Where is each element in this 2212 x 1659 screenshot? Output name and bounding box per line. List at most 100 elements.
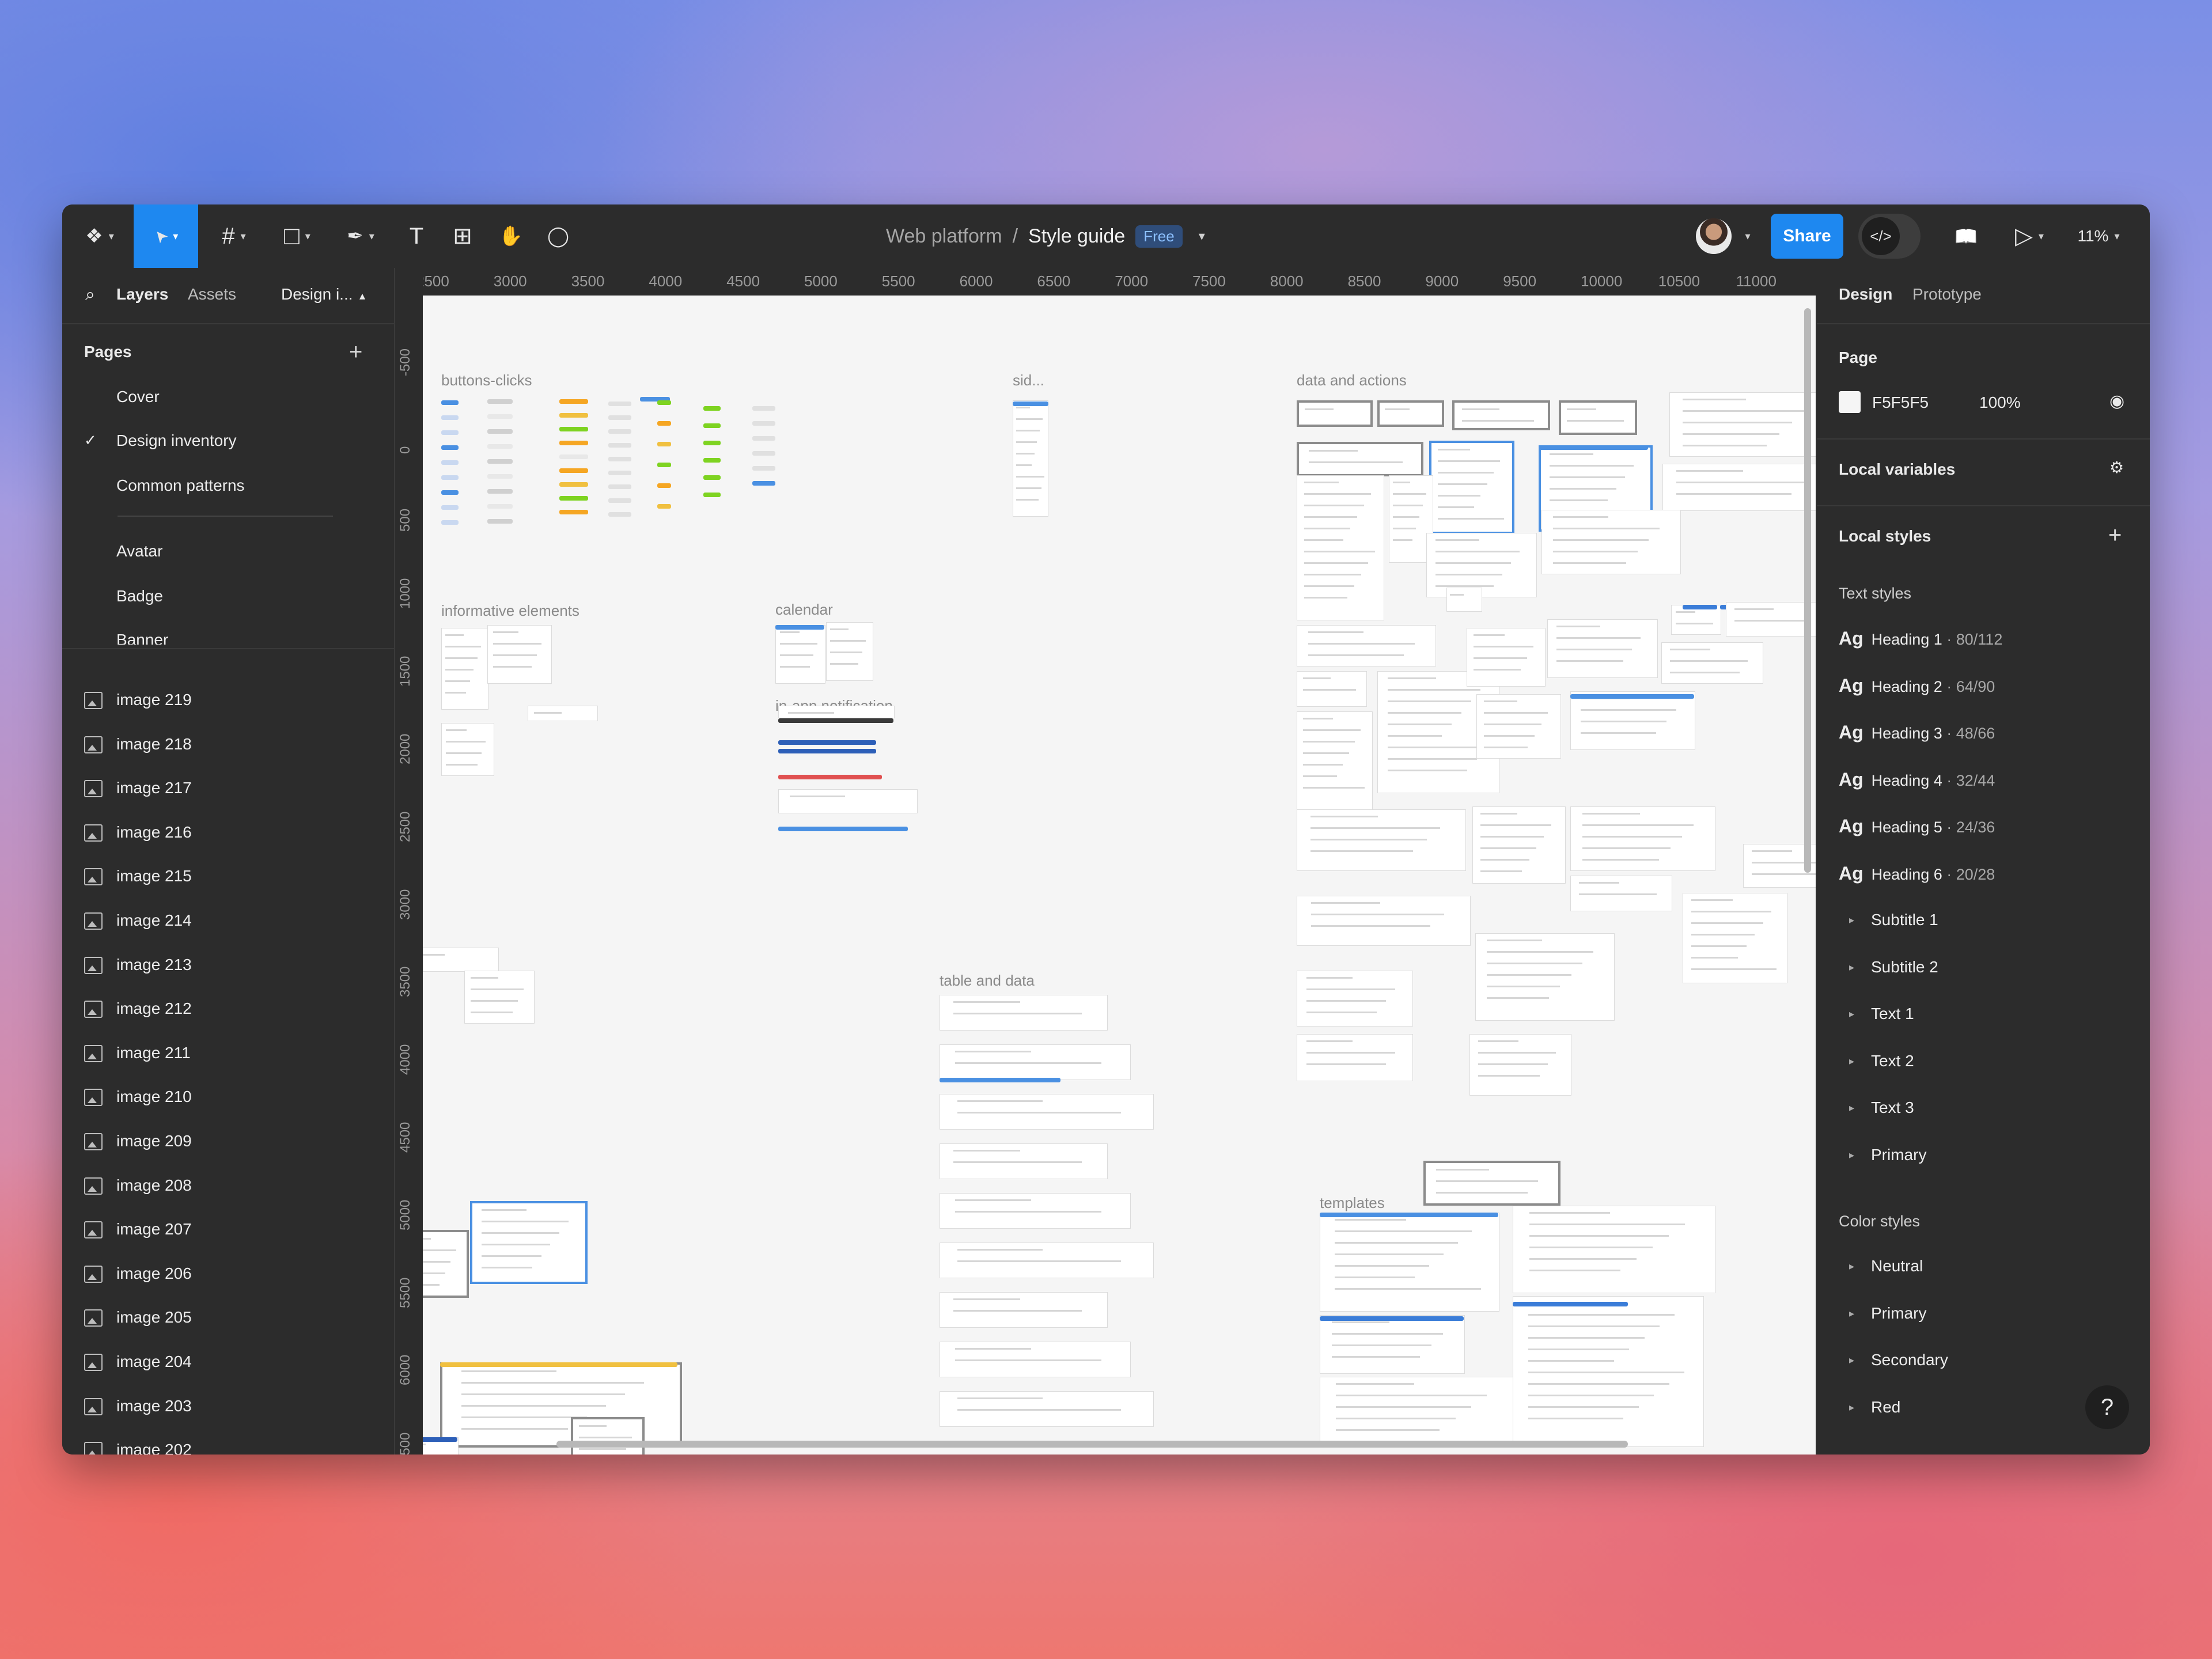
zoom-control[interactable]: 11% ▾ xyxy=(2067,204,2130,268)
main-menu-button[interactable]: ❖ ▾ xyxy=(74,204,126,268)
add-page-icon[interactable]: + xyxy=(349,340,362,363)
text-style-item[interactable]: Ag Heading 3 · 48/66 xyxy=(1839,722,1995,743)
caret-right-icon[interactable]: ▸ xyxy=(1849,961,1854,974)
frame-thumbnail[interactable] xyxy=(441,628,488,710)
layer-item[interactable]: image 204 xyxy=(62,1340,394,1384)
file-name[interactable]: Style guide xyxy=(1028,225,1125,248)
text-style-group[interactable]: Text 1 xyxy=(1871,1005,1914,1023)
tab-assets[interactable]: Assets xyxy=(188,285,236,304)
frame-thumbnail[interactable] xyxy=(940,1391,1154,1427)
vertical-scrollbar[interactable] xyxy=(1804,308,1811,873)
caret-right-icon[interactable]: ▸ xyxy=(1849,1260,1854,1272)
frame-thumbnail[interactable] xyxy=(940,1342,1131,1377)
page-item-cover[interactable]: Cover xyxy=(116,388,160,406)
frame-thumbnail[interactable] xyxy=(940,1143,1108,1179)
section-label[interactable]: informative elements xyxy=(441,602,579,620)
frame-thumbnail[interactable] xyxy=(1297,809,1466,871)
layer-item[interactable]: image 209 xyxy=(62,1119,394,1163)
caret-right-icon[interactable]: ▸ xyxy=(1849,1149,1854,1161)
layer-item[interactable]: image 205 xyxy=(62,1296,394,1339)
caret-right-icon[interactable]: ▸ xyxy=(1849,1308,1854,1320)
frame-thumbnail[interactable] xyxy=(470,1201,588,1284)
frame-thumbnail[interactable] xyxy=(940,1094,1154,1130)
layer-item[interactable]: image 202 xyxy=(62,1428,394,1455)
pen-tool-button[interactable]: ✒ ▾ xyxy=(333,204,388,268)
frame-thumbnail[interactable] xyxy=(1297,442,1423,476)
text-style-item[interactable]: Ag Heading 6 · 20/28 xyxy=(1839,863,1995,884)
frame-thumbnail[interactable] xyxy=(1513,1296,1704,1447)
frame-thumbnail[interactable] xyxy=(1476,694,1561,759)
shape-tool-button[interactable]: □ ▾ xyxy=(270,204,325,268)
layer-item[interactable]: image 207 xyxy=(62,1207,394,1251)
layer-item[interactable]: image 215 xyxy=(62,854,394,898)
page-item-avatar[interactable]: Avatar xyxy=(116,542,162,560)
page-color-swatch[interactable] xyxy=(1839,391,1861,413)
file-menu-chevron-icon[interactable]: ▾ xyxy=(1199,229,1205,244)
caret-right-icon[interactable]: ▸ xyxy=(1849,1008,1854,1020)
layer-item[interactable]: image 216 xyxy=(62,810,394,854)
page-item-design-inventory[interactable]: Design inventory xyxy=(116,431,237,450)
page-item-badge[interactable]: Badge xyxy=(116,587,163,605)
frame-thumbnail[interactable] xyxy=(1377,400,1444,427)
frame-thumbnail[interactable] xyxy=(826,622,873,681)
add-style-icon[interactable]: + xyxy=(2108,524,2122,547)
canvas[interactable]: buttons-clicks sid... data and actions info… xyxy=(395,268,1816,1455)
horizontal-scrollbar[interactable] xyxy=(556,1441,1628,1448)
text-style-group[interactable]: Text 3 xyxy=(1871,1099,1914,1117)
frame-thumbnail[interactable] xyxy=(1570,876,1672,911)
layer-item[interactable]: image 212 xyxy=(62,987,394,1031)
chevron-up-icon[interactable]: ▴ xyxy=(359,289,365,303)
frame-thumbnail[interactable] xyxy=(1469,1034,1571,1096)
section-label[interactable]: buttons-clicks xyxy=(441,372,532,389)
help-button[interactable]: ? xyxy=(2085,1385,2129,1429)
text-style-item[interactable]: Ag Heading 1 · 80/112 xyxy=(1839,628,2002,649)
tab-layers[interactable]: Layers xyxy=(116,285,168,304)
frame-thumbnail[interactable] xyxy=(1570,806,1715,871)
tab-design[interactable]: Design xyxy=(1839,285,1892,304)
color-style-group[interactable]: Red xyxy=(1871,1398,1900,1416)
frame-thumbnail[interactable] xyxy=(1669,392,1816,457)
frame-thumbnail[interactable] xyxy=(1429,441,1514,534)
frame-thumbnail[interactable] xyxy=(1320,1315,1465,1374)
frame-thumbnail[interactable] xyxy=(1446,588,1482,612)
frame-tool-button[interactable]: # ▾ xyxy=(206,204,262,268)
frame-thumbnail[interactable] xyxy=(940,1292,1108,1328)
frame-thumbnail[interactable] xyxy=(940,995,1108,1031)
avatar-chevron-icon[interactable]: ▾ xyxy=(1736,204,1759,268)
tab-prototype[interactable]: Prototype xyxy=(1912,285,1982,304)
text-style-group[interactable]: Text 2 xyxy=(1871,1052,1914,1070)
frame-thumbnail[interactable] xyxy=(1297,400,1373,427)
frame-thumbnail[interactable] xyxy=(1297,1034,1413,1081)
frame-thumbnail[interactable] xyxy=(487,625,552,684)
frame-thumbnail[interactable] xyxy=(1570,691,1695,750)
caret-right-icon[interactable]: ▸ xyxy=(1849,914,1854,926)
text-tool-button[interactable]: T xyxy=(396,204,437,268)
breadcrumb-project[interactable]: Web platform xyxy=(886,225,1002,248)
frame-thumbnail[interactable] xyxy=(940,1243,1154,1278)
frame-thumbnail[interactable] xyxy=(571,1417,645,1455)
page-opacity-value[interactable]: 100% xyxy=(1979,393,2021,412)
resources-tool-button[interactable]: ⊞ xyxy=(442,204,483,268)
frame-thumbnail[interactable] xyxy=(1452,400,1550,430)
layer-item[interactable]: image 210 xyxy=(62,1075,394,1119)
frame-thumbnail[interactable] xyxy=(1683,893,1787,983)
frame-thumbnail[interactable] xyxy=(1513,1206,1715,1293)
color-style-group[interactable]: Neutral xyxy=(1871,1257,1923,1275)
frame-thumbnail[interactable] xyxy=(778,789,918,813)
user-avatar[interactable] xyxy=(1696,218,1732,254)
page-color-value[interactable]: F5F5F5 xyxy=(1872,393,1929,412)
frame-thumbnail[interactable] xyxy=(775,625,825,684)
section-label[interactable]: data and actions xyxy=(1297,372,1407,389)
caret-right-icon[interactable]: ▸ xyxy=(1849,1055,1854,1067)
layer-item[interactable]: image 211 xyxy=(62,1031,394,1075)
frame-thumbnail[interactable] xyxy=(1559,400,1637,435)
frame-thumbnail[interactable] xyxy=(1661,642,1763,684)
search-icon[interactable]: ⌕ xyxy=(85,285,95,305)
layer-item[interactable]: image 213 xyxy=(62,943,394,987)
text-style-group[interactable]: Primary xyxy=(1871,1146,1926,1164)
section-label[interactable]: table and data xyxy=(940,972,1035,990)
frame-thumbnail[interactable] xyxy=(1013,400,1048,517)
frame-thumbnail[interactable] xyxy=(778,706,895,718)
caret-right-icon[interactable]: ▸ xyxy=(1849,1402,1854,1414)
comment-tool-button[interactable]: ◯ xyxy=(538,204,578,268)
